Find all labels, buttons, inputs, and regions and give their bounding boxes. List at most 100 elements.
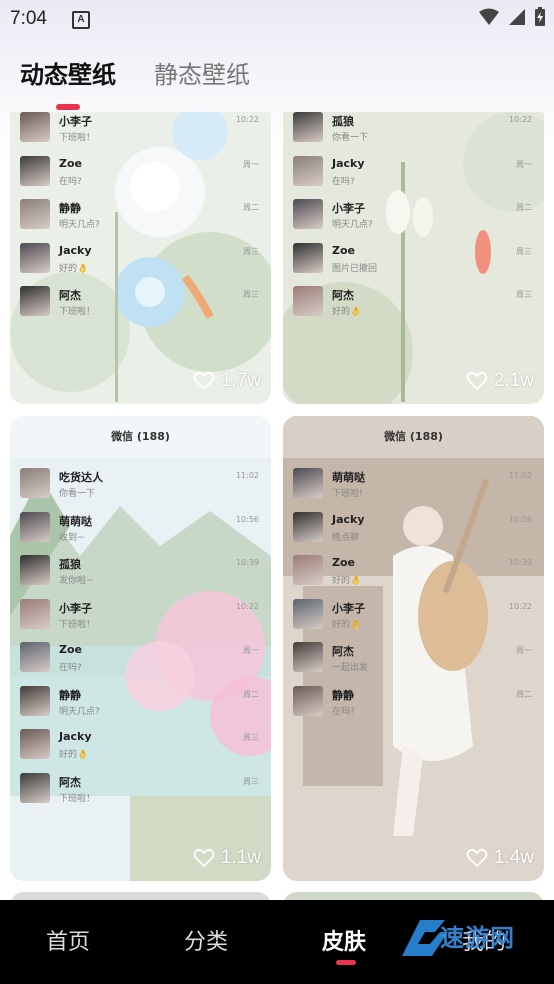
avatar — [20, 286, 50, 316]
chat-name: 静静 — [59, 688, 81, 702]
chat-row: 小李子 好的👌 10:22 — [283, 595, 544, 638]
chat-row: 小李子 下班啦！ 10:22 — [10, 595, 271, 638]
avatar — [293, 642, 323, 672]
chat-message: 好的👌 — [59, 750, 89, 760]
chat-name: 阿杰 — [332, 289, 354, 302]
chat-time: 周三 — [243, 733, 259, 742]
chat-row: 吃货达人 你看一下 11:02 — [10, 464, 271, 507]
chat-message: 在吗? — [59, 663, 82, 673]
signal-icon — [509, 9, 525, 25]
chat-name: 阿杰 — [59, 289, 81, 302]
chat-message: 下班啦！ — [59, 793, 96, 804]
chat-time: 周三 — [516, 246, 532, 256]
watermark-text: 速游网 — [440, 924, 515, 952]
chat-time: 10:22 — [508, 115, 532, 124]
chat-message: 好的👌 — [332, 576, 362, 586]
chat-name: 静静 — [332, 688, 354, 702]
avatar — [293, 511, 323, 542]
chat-time: 11:02 — [508, 471, 532, 480]
avatar — [293, 112, 323, 142]
avatar — [293, 598, 323, 629]
avatar — [20, 642, 50, 672]
avatar — [293, 242, 323, 273]
chat-message: 好的👌 — [59, 263, 89, 274]
chat-message: 在吗? — [332, 706, 355, 717]
wallpaper-card[interactable]: 孤狼 你看一下 10:22 Jacky 在吗? 周一 小李子 明天几点? 周二 Zoe 图片已撤回周… — [283, 112, 544, 404]
like-count[interactable]: 1.4w — [466, 847, 534, 869]
chat-message: 下班啦！ — [59, 619, 96, 630]
wallpaper-card[interactable]: 微信 (188) 萌萌哒 下班啦! 11:02 Jacky 晚点聊 10:56 Zoe 好的👌… — [283, 416, 544, 881]
chat-header: 微信 (188) — [283, 416, 544, 458]
chat-name: 阿杰 — [332, 645, 354, 658]
nav-skin[interactable]: 皮肤 — [322, 924, 366, 956]
chat-row: Jacky 好的👌 周三 — [10, 239, 271, 282]
wallpaper-card[interactable]: 小李子 下班啦！ 10:22 Zoe 在吗? 周一 静静 明天几点? 周二 Jacky 好的👌 周三阿… — [10, 112, 271, 404]
chat-row: 阿杰 一起出发 周一 — [283, 638, 544, 681]
chat-row: 阿杰 下班啦！ 周三 — [10, 769, 271, 812]
chat-time: 10:56 — [235, 514, 259, 524]
wifi-icon — [479, 8, 499, 25]
chat-name: 孤狼 — [332, 115, 354, 128]
avatar — [20, 112, 50, 142]
chat-time: 周二 — [516, 203, 532, 212]
avatar — [293, 685, 323, 716]
chat-header: 微信 (188) — [10, 416, 271, 458]
tab-dynamic-wallpaper[interactable]: 动态壁纸 — [20, 55, 116, 90]
chat-row: 孤狼 发你啦~ 10:39 — [10, 551, 271, 594]
chat-name: Zoe — [332, 556, 355, 569]
chat-time: 周一 — [516, 159, 532, 169]
tab-static-wallpaper[interactable]: 静态壁纸 — [154, 55, 250, 90]
chat-message: 在吗? — [59, 176, 82, 187]
chat-time: 10:39 — [508, 558, 532, 567]
chat-message: 下班啦! — [332, 489, 363, 499]
heart-icon — [193, 371, 215, 391]
chat-row: 阿杰 下班啦！ 周三 — [10, 282, 271, 325]
chat-message: 好的👌 — [332, 619, 362, 630]
chat-time: 10:39 — [235, 558, 259, 567]
heart-icon — [466, 371, 488, 391]
chat-row: Jacky 晚点聊 10:56 — [283, 508, 544, 551]
chat-row: Jacky 在吗? 周一 — [283, 152, 544, 195]
chat-name: Zoe — [59, 156, 82, 170]
nav-indicator — [336, 960, 356, 965]
avatar — [293, 155, 323, 186]
chat-message: 你看一下 — [332, 133, 369, 143]
chat-message: 明天几点? — [59, 706, 100, 717]
notification-icon: A — [72, 11, 90, 29]
battery-charging-icon — [535, 7, 545, 26]
like-count[interactable]: 2.1w — [466, 370, 534, 392]
avatar — [20, 511, 50, 542]
wallpaper-card[interactable]: 微信 (188) 吃货达人 你看一下 11:02 萌萌哒 收到~ 10:56 孤狼 发你啦~ 1… — [10, 416, 271, 881]
avatar — [20, 685, 50, 716]
like-count[interactable]: 1.7w — [193, 370, 261, 392]
like-count-value: 2.1w — [493, 370, 534, 391]
chat-name: 小李子 — [332, 202, 365, 215]
avatar — [293, 555, 323, 585]
chat-name: Zoe — [332, 243, 355, 257]
chat-time: 周三 — [243, 290, 259, 299]
chat-row: Jacky 好的👌 周三 — [10, 725, 271, 768]
chat-row: 阿杰 好的👌 周三 — [283, 282, 544, 325]
heart-icon — [193, 848, 215, 868]
chat-row: 小李子 下班啦！ 10:22 — [10, 112, 271, 151]
chat-name: Jacky — [332, 512, 365, 526]
heart-icon — [466, 848, 488, 868]
like-count[interactable]: 1.1w — [193, 847, 261, 869]
chat-message: 下班啦！ — [59, 133, 96, 143]
chat-time: 周一 — [516, 646, 532, 655]
chat-message: 晚点聊 — [332, 532, 360, 543]
avatar — [20, 468, 50, 498]
chat-time: 周三 — [243, 776, 259, 786]
nav-category[interactable]: 分类 — [184, 924, 228, 956]
chat-message: 你看一下 — [59, 489, 96, 499]
avatar — [20, 199, 50, 229]
avatar — [20, 242, 50, 273]
like-count-value: 1.1w — [220, 847, 261, 868]
chat-time: 周三 — [516, 290, 532, 299]
status-bar: 7:04 A — [0, 0, 554, 36]
avatar — [293, 286, 323, 316]
avatar — [20, 598, 50, 629]
chat-row: 静静 明天几点? 周二 — [10, 682, 271, 725]
chat-time: 周一 — [243, 159, 259, 169]
nav-home[interactable]: 首页 — [46, 924, 90, 956]
